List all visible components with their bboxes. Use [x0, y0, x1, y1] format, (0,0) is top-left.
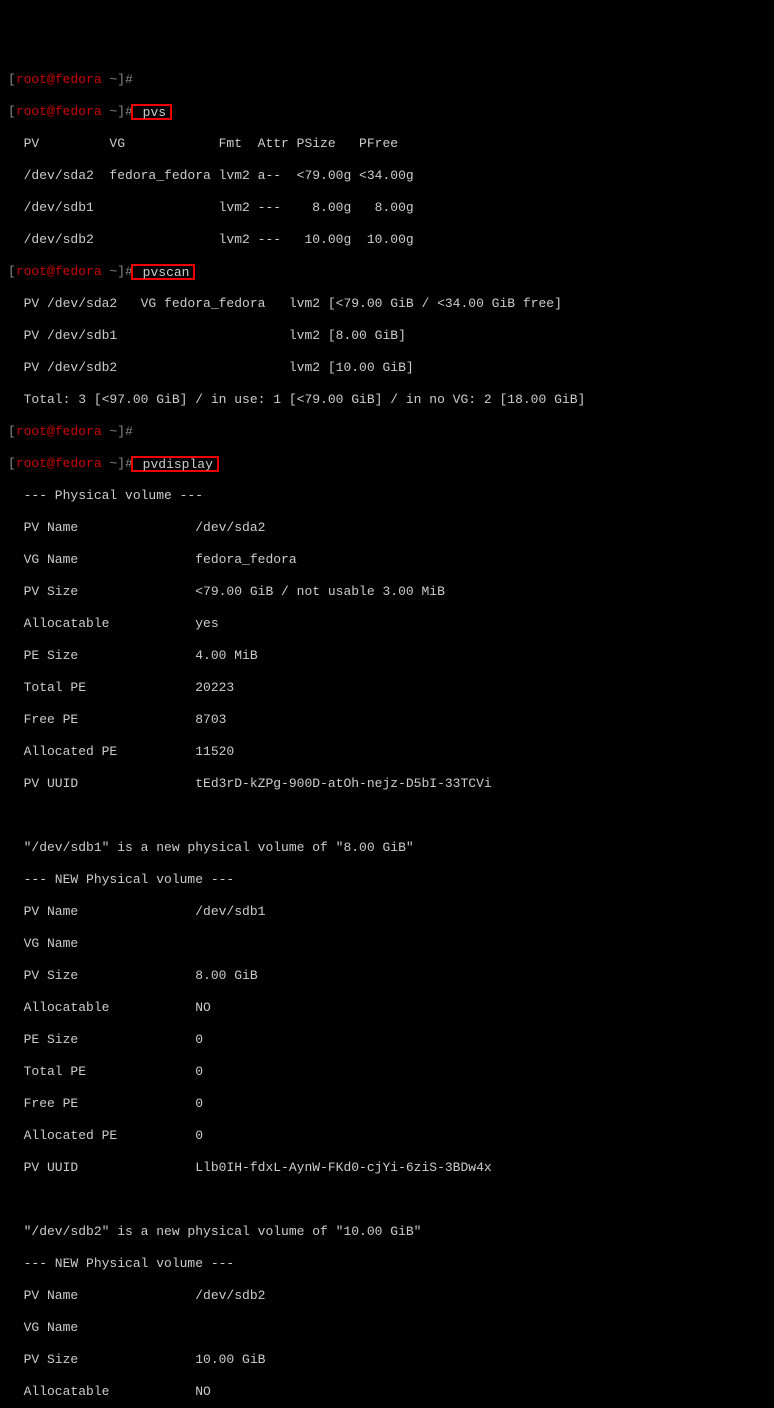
- at: @: [47, 264, 55, 279]
- pvd-row: PV UUID Llb0IH-fdxL-AynW-FKd0-cjYi-6ziS-…: [8, 1160, 766, 1176]
- path: ~: [102, 424, 118, 439]
- prompt-pvs: [root@fedora ~]# pvs: [8, 104, 766, 120]
- at: @: [47, 424, 55, 439]
- host: fedora: [55, 72, 102, 87]
- pvd-row: Allocated PE 11520: [8, 744, 766, 760]
- pvd-row: PV Size 8.00 GiB: [8, 968, 766, 984]
- pvd-row: PV UUID tEd3rD-kZPg-900D-atOh-nejz-D5bI-…: [8, 776, 766, 792]
- host: fedora: [55, 104, 102, 119]
- pvd-row: VG Name: [8, 1320, 766, 1336]
- pvd-row: --- Physical volume ---: [8, 488, 766, 504]
- highlight-pvs: pvs: [131, 104, 172, 120]
- user: root: [16, 456, 47, 471]
- pvd-row: PV Size 10.00 GiB: [8, 1352, 766, 1368]
- cmd-pvs[interactable]: pvs: [135, 105, 166, 120]
- pvd-row: PE Size 0: [8, 1032, 766, 1048]
- pvscan-row: PV /dev/sdb2 lvm2 [10.00 GiB]: [8, 360, 766, 376]
- pvd-row: --- NEW Physical volume ---: [8, 872, 766, 888]
- host: fedora: [55, 424, 102, 439]
- user: root: [16, 72, 47, 87]
- pvd-row: Total PE 20223: [8, 680, 766, 696]
- bracket-open: [: [8, 72, 16, 87]
- bracket-close: ]#: [117, 72, 133, 87]
- pvd-row: [8, 1192, 766, 1208]
- cmd-pvscan[interactable]: pvscan: [135, 265, 190, 280]
- pvd-row: PV Name /dev/sda2: [8, 520, 766, 536]
- pvd-row: "/dev/sdb1" is a new physical volume of …: [8, 840, 766, 856]
- pvd-row: PE Size 4.00 MiB: [8, 648, 766, 664]
- pvs-row: /dev/sdb1 lvm2 --- 8.00g 8.00g: [8, 200, 766, 216]
- path: ~: [102, 456, 118, 471]
- prompt-pvscan: [root@fedora ~]# pvscan: [8, 264, 766, 280]
- pvd-row: PV Name /dev/sdb1: [8, 904, 766, 920]
- pvscan-row: PV /dev/sdb1 lvm2 [8.00 GiB]: [8, 328, 766, 344]
- pvscan-row: PV /dev/sda2 VG fedora_fedora lvm2 [<79.…: [8, 296, 766, 312]
- highlight-pvdisplay: pvdisplay: [131, 456, 219, 472]
- pvd-row: Allocatable NO: [8, 1384, 766, 1400]
- prompt-pvdisplay: [root@fedora ~]# pvdisplay: [8, 456, 766, 472]
- bracket-open: [: [8, 424, 16, 439]
- pvd-row: Free PE 8703: [8, 712, 766, 728]
- pvd-row: VG Name: [8, 936, 766, 952]
- pvs-row: /dev/sda2 fedora_fedora lvm2 a-- <79.00g…: [8, 168, 766, 184]
- host: fedora: [55, 456, 102, 471]
- pvscan-total: Total: 3 [<97.00 GiB] / in use: 1 [<79.0…: [8, 392, 766, 408]
- highlight-pvscan: pvscan: [131, 264, 196, 280]
- pvd-row: --- NEW Physical volume ---: [8, 1256, 766, 1272]
- pvd-row: [8, 808, 766, 824]
- path: ~: [102, 264, 118, 279]
- pvd-row: "/dev/sdb2" is a new physical volume of …: [8, 1224, 766, 1240]
- pvs-header: PV VG Fmt Attr PSize PFree: [8, 136, 766, 152]
- user: root: [16, 424, 47, 439]
- bracket-close: ]#: [117, 424, 133, 439]
- pvd-row: PV Size <79.00 GiB / not usable 3.00 MiB: [8, 584, 766, 600]
- pvd-row: Allocated PE 0: [8, 1128, 766, 1144]
- user: root: [16, 104, 47, 119]
- prompt-empty: [root@fedora ~]#: [8, 424, 766, 440]
- path: ~: [102, 104, 118, 119]
- prompt-line: [root@fedora ~]#: [8, 72, 766, 88]
- bracket-open: [: [8, 104, 16, 119]
- bracket-open: [: [8, 456, 16, 471]
- cmd-pvdisplay[interactable]: pvdisplay: [135, 457, 213, 472]
- pvd-row: Allocatable NO: [8, 1000, 766, 1016]
- at: @: [47, 104, 55, 119]
- pvd-row: Allocatable yes: [8, 616, 766, 632]
- pvd-row: Free PE 0: [8, 1096, 766, 1112]
- at: @: [47, 72, 55, 87]
- pvd-row: Total PE 0: [8, 1064, 766, 1080]
- host: fedora: [55, 264, 102, 279]
- pvd-row: VG Name fedora_fedora: [8, 552, 766, 568]
- path: ~: [102, 72, 118, 87]
- pvd-row: PV Name /dev/sdb2: [8, 1288, 766, 1304]
- user: root: [16, 264, 47, 279]
- pvs-row: /dev/sdb2 lvm2 --- 10.00g 10.00g: [8, 232, 766, 248]
- bracket-open: [: [8, 264, 16, 279]
- at: @: [47, 456, 55, 471]
